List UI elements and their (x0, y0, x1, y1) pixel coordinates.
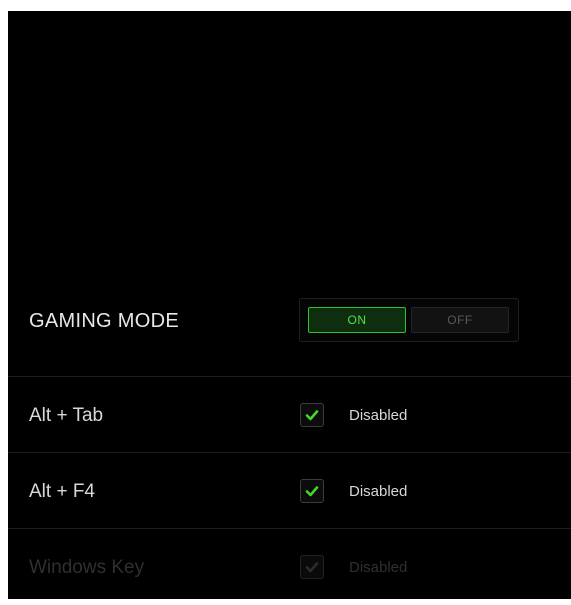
alt-f4-checkbox[interactable] (300, 479, 324, 503)
alt-tab-state-label: Disabled (349, 407, 408, 424)
gaming-mode-toggle: ON OFF (299, 298, 519, 342)
option-label-alt-tab: Alt + Tab (29, 405, 104, 426)
checkmark-icon (305, 410, 319, 421)
checkmark-icon (305, 486, 319, 497)
gaming-mode-on-button[interactable]: ON (308, 307, 406, 333)
option-row-windows-key: Windows Key Disabled (8, 528, 571, 605)
gaming-mode-off-button[interactable]: OFF (411, 307, 509, 333)
option-row-alt-f4: Alt + F4 Disabled (8, 452, 571, 529)
windows-key-state-label: Disabled (349, 559, 408, 576)
gaming-mode-row: GAMING MODE ON OFF (8, 298, 571, 366)
alt-tab-checkbox[interactable] (300, 403, 324, 427)
option-label-windows-key: Windows Key (29, 557, 145, 578)
gaming-mode-panel: GAMING MODE ON OFF Alt + Tab Disabled Al… (8, 11, 571, 599)
windows-key-checkbox[interactable] (300, 555, 324, 579)
gaming-mode-label: GAMING MODE (29, 310, 179, 332)
alt-f4-state-label: Disabled (349, 483, 408, 500)
option-row-alt-tab: Alt + Tab Disabled (8, 376, 571, 453)
checkmark-icon (305, 562, 319, 573)
option-label-alt-f4: Alt + F4 (29, 481, 95, 502)
